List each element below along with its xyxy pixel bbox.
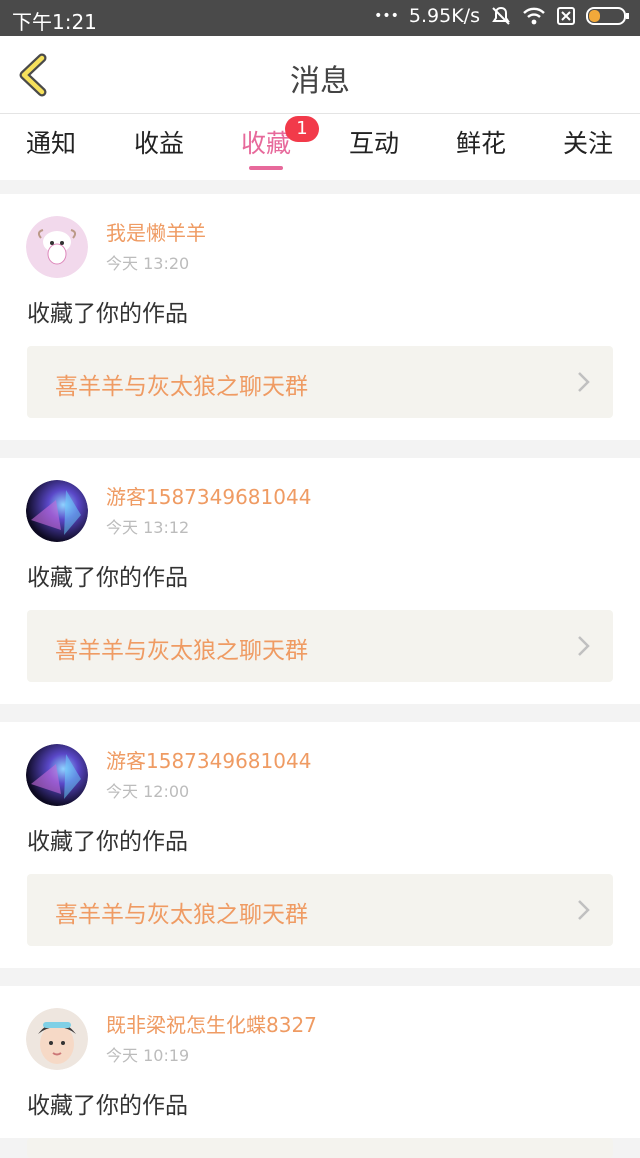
tab-flowers[interactable]: 鲜花 <box>456 124 506 160</box>
action-text: 收藏了你的作品 <box>27 829 188 855</box>
mute-icon <box>490 5 512 27</box>
network-speed: 5.95K/s <box>408 5 480 27</box>
tab-interaction[interactable]: 互动 <box>349 124 399 160</box>
page-title: 消息 <box>290 64 350 99</box>
message-card: 既非梁祝怎生化蝶8327 今天 10:19 收藏了你的作品 <box>0 986 640 1158</box>
work-link[interactable]: 喜羊羊与灰太狼之聊天群 <box>27 874 613 946</box>
work-title: 喜羊羊与灰太狼之聊天群 <box>55 374 308 400</box>
status-dots: ••• <box>374 8 399 24</box>
timestamp: 今天 12:00 <box>106 782 190 801</box>
status-icons: ••• 5.95K/s <box>374 5 630 27</box>
action-text: 收藏了你的作品 <box>27 565 188 591</box>
message-card: 游客1587349681044 今天 12:00 收藏了你的作品 喜羊羊与灰太狼… <box>0 722 640 968</box>
status-time: 下午1:21 <box>12 10 97 34</box>
timestamp: 今天 13:20 <box>106 254 190 273</box>
work-link[interactable]: 喜羊羊与灰太狼之聊天群 <box>27 346 613 418</box>
tab-bar: 通知 收益 收藏 1 互动 鲜花 关注 <box>0 114 640 180</box>
chevron-right-icon <box>578 900 590 920</box>
work-title: 喜羊羊与灰太狼之聊天群 <box>55 902 308 928</box>
work-link[interactable] <box>27 1138 613 1158</box>
username[interactable]: 游客1587349681044 <box>106 481 311 510</box>
action-text: 收藏了你的作品 <box>27 1093 188 1119</box>
message-card: 游客1587349681044 今天 13:12 收藏了你的作品 喜羊羊与灰太狼… <box>0 458 640 704</box>
avatar[interactable] <box>26 480 88 542</box>
action-text: 收藏了你的作品 <box>27 301 188 327</box>
timestamp: 今天 10:19 <box>106 1046 190 1065</box>
tab-follow[interactable]: 关注 <box>563 124 613 160</box>
tab-favorites-label: 收藏 <box>241 129 292 158</box>
username[interactable]: 既非梁祝怎生化蝶8327 <box>106 1009 317 1038</box>
username[interactable]: 游客1587349681044 <box>106 745 311 774</box>
tab-notice[interactable]: 通知 <box>26 124 76 160</box>
work-link[interactable]: 喜羊羊与灰太狼之聊天群 <box>27 610 613 682</box>
avatar[interactable] <box>26 216 88 278</box>
active-tab-indicator <box>249 166 283 170</box>
status-bar: 下午1:21 ••• 5.95K/s <box>0 0 640 36</box>
avatar[interactable] <box>26 1008 88 1070</box>
sim-icon <box>556 6 576 26</box>
battery-icon <box>586 6 630 26</box>
tab-income[interactable]: 收益 <box>134 124 184 160</box>
wifi-icon <box>522 6 546 26</box>
chevron-right-icon <box>578 636 590 656</box>
timestamp: 今天 13:12 <box>106 518 190 537</box>
unread-badge: 1 <box>285 116 319 142</box>
tab-favorites[interactable]: 收藏 1 <box>241 116 319 160</box>
username[interactable]: 我是懒羊羊 <box>106 217 206 246</box>
chevron-right-icon <box>578 372 590 392</box>
header: 消息 <box>0 36 640 114</box>
avatar[interactable] <box>26 744 88 806</box>
message-card: 我是懒羊羊 今天 13:20 收藏了你的作品 喜羊羊与灰太狼之聊天群 <box>0 194 640 440</box>
work-title: 喜羊羊与灰太狼之聊天群 <box>55 638 308 664</box>
